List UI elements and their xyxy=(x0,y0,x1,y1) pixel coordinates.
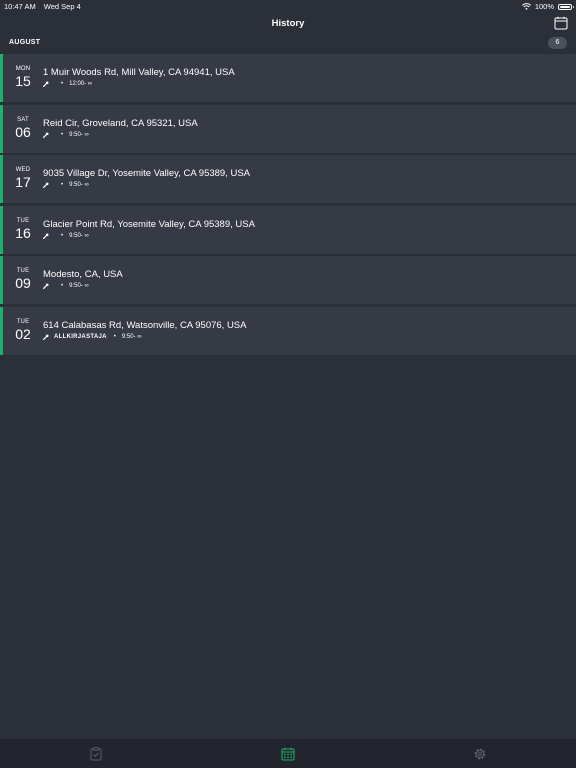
row-address: 614 Calabasas Rd, Watsonville, CA 95076,… xyxy=(43,319,247,331)
row-label: ALLKIRJASTAJA xyxy=(54,333,107,340)
row-meta: • 9:50- ∞ xyxy=(43,182,89,189)
row-meta: ALLKIRJASTAJA • 9:50- ∞ xyxy=(43,334,142,340)
day-number: 17 xyxy=(15,174,31,191)
row-time: 9:50- ∞ xyxy=(121,333,142,340)
history-row[interactable]: TUE 02 614 Calabasas Rd, Watsonville, CA… xyxy=(0,306,576,355)
day-block: MON 15 xyxy=(11,66,35,89)
status-date: Wed Sep 4 xyxy=(43,2,81,11)
day-name: TUE xyxy=(16,268,30,275)
row-time: 9:50- ∞ xyxy=(69,283,89,290)
day-number: 09 xyxy=(15,275,31,292)
day-number: 15 xyxy=(15,73,31,89)
day-name: TUE xyxy=(16,217,30,224)
meta-separator: • xyxy=(61,131,64,138)
calendar-icon xyxy=(281,747,295,761)
wrench-icon xyxy=(43,233,49,239)
row-address: Glacier Point Rd, Yosemite Valley, CA 95… xyxy=(43,218,255,230)
calendar-icon xyxy=(554,16,568,34)
wifi-icon xyxy=(521,3,531,10)
row-address: 9035 Village Dr, Yosemite Valley, CA 953… xyxy=(43,168,251,180)
count-badge: 6 xyxy=(548,37,567,49)
tab-settings[interactable] xyxy=(473,747,487,761)
history-row[interactable]: MON 15 1 Muir Woods Rd, Mill Valley, CA … xyxy=(0,54,576,102)
row-meta: • 9:50- ∞ xyxy=(43,132,89,138)
day-number: 02 xyxy=(15,325,31,342)
row-address: 1 Muir Woods Rd, Mill Valley, CA 94941, … xyxy=(43,67,235,78)
day-block: WED 17 xyxy=(11,167,35,190)
row-meta: • 9:50- ∞ xyxy=(43,233,89,239)
row-meta: • 12:00- ∞ xyxy=(43,81,92,87)
day-number: 06 xyxy=(15,123,31,140)
status-time: 10:47 AM xyxy=(4,2,36,11)
history-row[interactable]: TUE 09 Modesto, CA, USA • 9:50- ∞ xyxy=(0,256,576,305)
tab-clipboard[interactable] xyxy=(89,747,103,761)
meta-separator: • xyxy=(61,81,64,87)
meta-separator: • xyxy=(61,182,64,189)
row-time: 9:50- ∞ xyxy=(69,182,89,189)
gear-icon xyxy=(473,747,487,761)
day-block: SAT 06 xyxy=(11,117,35,140)
battery-percent: 100% xyxy=(534,2,554,11)
battery-icon xyxy=(558,3,574,10)
day-number: 16 xyxy=(15,224,31,241)
history-list: MON 15 1 Muir Woods Rd, Mill Valley, CA … xyxy=(0,54,576,358)
row-meta: • 9:50- ∞ xyxy=(43,283,89,290)
row-address: Reid Cir, Groveland, CA 95321, USA xyxy=(43,117,198,129)
history-row[interactable]: WED 17 9035 Village Dr, Yosemite Valley,… xyxy=(0,155,576,204)
history-row[interactable]: TUE 16 Glacier Point Rd, Yosemite Valley… xyxy=(0,205,576,254)
day-block: TUE 02 xyxy=(11,319,35,342)
day-name: MON xyxy=(15,66,31,72)
history-row[interactable]: SAT 06 Reid Cir, Groveland, CA 95321, US… xyxy=(0,104,576,153)
wrench-icon xyxy=(43,81,49,87)
meta-separator: • xyxy=(61,283,64,290)
day-block: TUE 09 xyxy=(11,268,35,291)
section-title: AUGUST xyxy=(9,39,41,46)
row-time: 12:00- ∞ xyxy=(69,81,93,87)
wrench-icon xyxy=(43,283,49,290)
row-address: Modesto, CA, USA xyxy=(43,269,123,281)
clipboard-icon xyxy=(89,747,103,761)
wrench-icon xyxy=(43,182,49,189)
status-bar: 10:47 AM Wed Sep 4 100% xyxy=(0,0,576,12)
page-title: History xyxy=(271,18,305,29)
wrench-icon xyxy=(43,334,49,340)
day-name: TUE xyxy=(16,318,30,325)
meta-separator: • xyxy=(61,232,64,239)
day-name: SAT xyxy=(17,116,29,123)
wrench-icon xyxy=(43,132,49,138)
nav-bar: History xyxy=(0,12,576,36)
row-time: 9:50- ∞ xyxy=(69,131,89,138)
meta-separator: • xyxy=(113,333,116,340)
day-block: TUE 16 xyxy=(11,218,35,241)
tab-calendar[interactable] xyxy=(281,747,295,761)
calendar-button[interactable] xyxy=(554,16,568,30)
day-name: WED xyxy=(15,167,31,174)
tab-bar xyxy=(0,739,576,768)
section-header: AUGUST 6 xyxy=(0,34,576,52)
row-time: 9:50- ∞ xyxy=(69,232,89,239)
